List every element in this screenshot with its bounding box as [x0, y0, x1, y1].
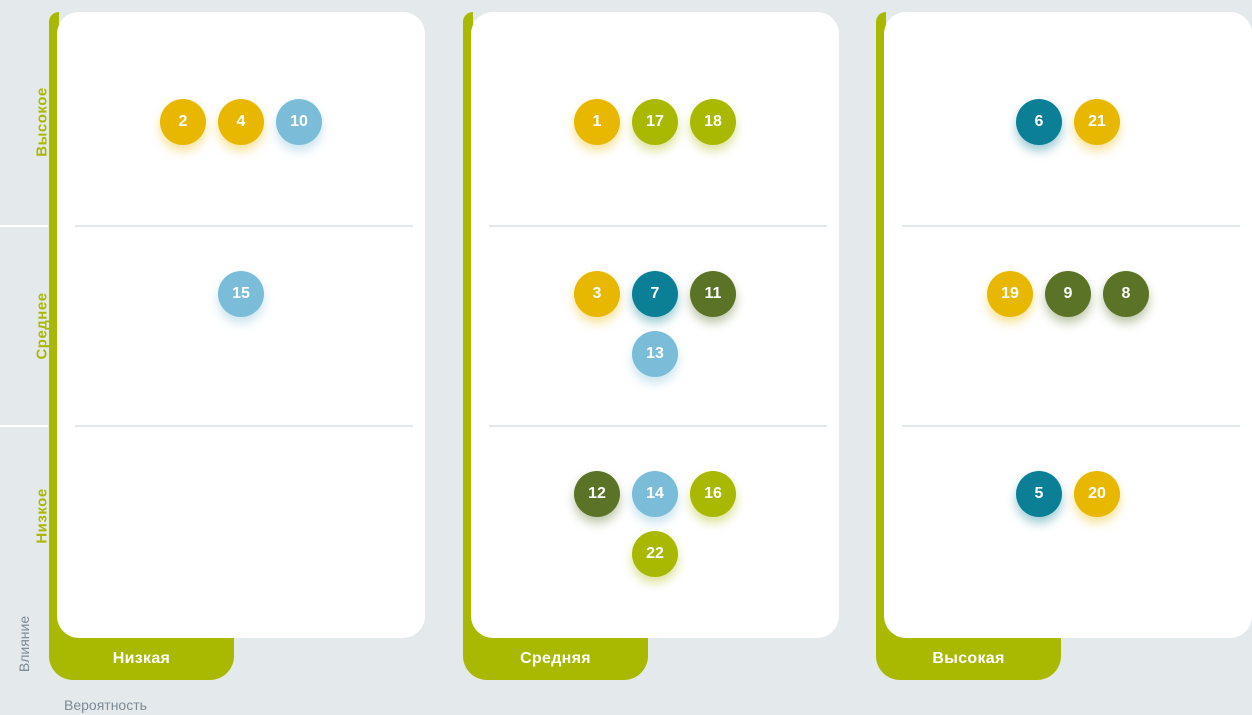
matrix-cell: 1 17 18 — [471, 99, 839, 145]
matrix-card: 6 21 19 9 8 5 20 — [884, 12, 1252, 638]
row-divider — [75, 425, 413, 427]
impact-level-separator — [0, 225, 48, 227]
matrix-cell: 12 14 16 22 — [471, 471, 839, 577]
impact-level-medium-label: Среднее — [33, 292, 51, 360]
risk-badge: 11 — [690, 271, 736, 317]
impact-axis-label: Влияние — [16, 615, 32, 673]
impact-level-low-label: Низкое — [33, 488, 51, 544]
probability-medium-label: Средняя — [520, 650, 591, 667]
probability-low-label: Низкая — [112, 650, 171, 667]
risk-badge: 10 — [276, 99, 322, 145]
risk-badge: 6 — [1016, 99, 1062, 145]
risk-badge: 21 — [1074, 99, 1120, 145]
risk-badge: 19 — [987, 271, 1033, 317]
risk-badge: 1 — [574, 99, 620, 145]
matrix-cell: 15 — [57, 271, 425, 317]
risk-badge: 13 — [632, 331, 678, 377]
risk-badge: 5 — [1016, 471, 1062, 517]
probability-high-label: Высокая — [932, 650, 1005, 667]
probability-column-medium: Средняя 1 17 18 3 7 11 13 12 14 16 22 — [463, 12, 843, 682]
risk-badge: 4 — [218, 99, 264, 145]
matrix-card: 2 4 10 15 — [57, 12, 425, 638]
row-divider — [489, 225, 827, 227]
row-divider — [902, 225, 1240, 227]
risk-badge: 2 — [160, 99, 206, 145]
probability-column-low: Низкая 2 4 10 15 — [49, 12, 429, 682]
impact-level-separator — [0, 425, 48, 427]
matrix-card: 1 17 18 3 7 11 13 12 14 16 22 — [471, 12, 839, 638]
matrix-cell: 2 4 10 — [57, 99, 425, 145]
row-divider — [489, 425, 827, 427]
risk-badge: 7 — [632, 271, 678, 317]
risk-badge: 20 — [1074, 471, 1120, 517]
probability-axis-label: Вероятность — [64, 697, 147, 713]
risk-badge: 18 — [690, 99, 736, 145]
risk-badge: 3 — [574, 271, 620, 317]
row-divider — [75, 225, 413, 227]
matrix-cell: 3 7 11 13 — [471, 271, 839, 377]
risk-badge: 17 — [632, 99, 678, 145]
risk-badge: 9 — [1045, 271, 1091, 317]
probability-column-high: Высокая 6 21 19 9 8 5 20 — [876, 12, 1252, 682]
row-divider — [902, 425, 1240, 427]
risk-badge: 16 — [690, 471, 736, 517]
risk-badge: 15 — [218, 271, 264, 317]
matrix-cell: 19 9 8 — [884, 271, 1252, 317]
risk-badge: 12 — [574, 471, 620, 517]
matrix-cell: 6 21 — [884, 99, 1252, 145]
risk-badge: 8 — [1103, 271, 1149, 317]
matrix-cell: 5 20 — [884, 471, 1252, 517]
risk-badge: 22 — [632, 531, 678, 577]
impact-level-high-label: Высокое — [33, 87, 51, 157]
risk-badge: 14 — [632, 471, 678, 517]
